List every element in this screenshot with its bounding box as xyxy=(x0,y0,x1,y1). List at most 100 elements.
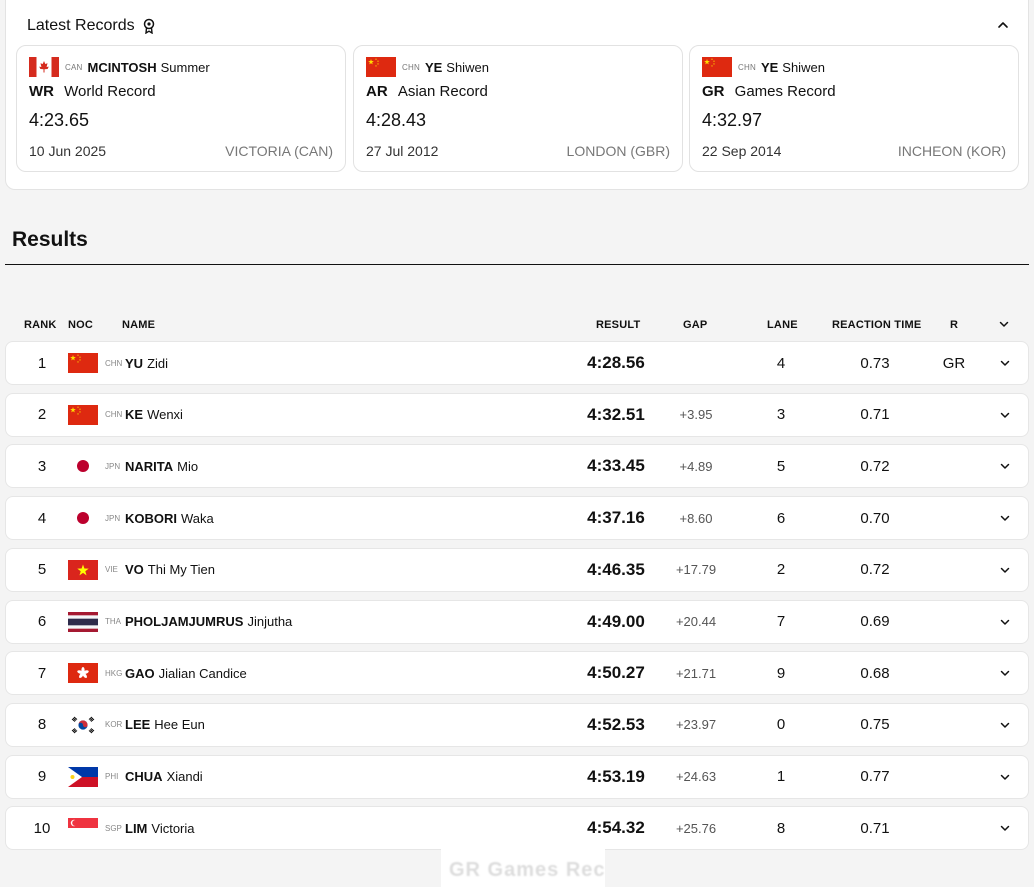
floating-record-text: GR Games Record xyxy=(449,859,605,881)
chevron-down-icon[interactable] xyxy=(999,357,1011,369)
table-row[interactable]: 9 PHI CHUA Xiandi 4:53.19 +24.63 1 0.77 xyxy=(5,754,1029,799)
record-time: 4:32.97 xyxy=(702,110,763,130)
noc-code: HKG xyxy=(105,668,123,678)
table-row[interactable]: 2 CHN KE Wenxi 4:32.51 +3.95 3 0.71 xyxy=(5,392,1029,437)
athlete-name[interactable]: GAO Jialian Candice xyxy=(125,652,247,694)
chevron-down-icon[interactable] xyxy=(999,719,1011,731)
result-time: 4:33.45 xyxy=(587,456,645,476)
record-badge xyxy=(931,445,977,487)
row-expand[interactable] xyxy=(998,807,1012,849)
result-time: 4:50.27 xyxy=(587,663,645,683)
result-time: 4:53.19 xyxy=(587,766,645,786)
record-abbr: WR xyxy=(29,83,54,100)
reaction-time-value: 0.77 xyxy=(860,768,890,786)
result-time: 4:28.56 xyxy=(587,353,645,372)
chevron-down-icon[interactable] xyxy=(999,409,1011,421)
flag-cell xyxy=(68,445,98,487)
gap-value xyxy=(656,342,736,384)
chevron-down-icon[interactable] xyxy=(999,512,1011,524)
flag-cell xyxy=(68,549,98,591)
results-divider xyxy=(5,264,1029,265)
athlete-surname: YU xyxy=(125,355,144,371)
record-badge xyxy=(931,497,977,539)
record-surname: MCINTOSH xyxy=(87,59,157,75)
athlete-name[interactable]: PHOLJAMJUMRUS Jinjutha xyxy=(125,601,292,643)
gap-value: +20.44 xyxy=(675,614,717,629)
athlete-name[interactable]: LEE Hee Eun xyxy=(125,704,205,746)
chevron-down-icon[interactable] xyxy=(999,822,1011,834)
column-header-rank: RANK xyxy=(24,319,57,331)
athlete-given-name: Jinjutha xyxy=(247,614,293,629)
athlete-name[interactable]: KOBORI Waka xyxy=(125,497,214,539)
lane-value: 8 xyxy=(776,819,786,837)
noc-code: PHI xyxy=(105,772,119,782)
chevron-up-icon[interactable] xyxy=(996,18,1010,32)
athlete-name[interactable]: NARITA Mio xyxy=(125,445,198,487)
table-row[interactable]: 8 KOR LEE Hee Eun 4:52.53 +23.97 0 0.75 xyxy=(5,702,1029,747)
table-row[interactable]: 4 JPN KOBORI Waka 4:37.16 +8.60 6 0.70 xyxy=(5,496,1029,541)
row-expand[interactable] xyxy=(998,652,1012,694)
flag-icon xyxy=(68,456,98,477)
gap-value: +8.60 xyxy=(679,510,713,526)
chevron-down-icon[interactable] xyxy=(999,667,1011,679)
record-place: VICTORIA (CAN) xyxy=(225,143,333,159)
reaction-time-value: 0.72 xyxy=(860,457,890,475)
table-row[interactable]: 7 HKG GAO Jialian Candice 4:50.27 +21.71 9 0.68 xyxy=(5,651,1029,696)
gap-value: +3.95 xyxy=(679,407,713,423)
row-expand[interactable] xyxy=(998,549,1012,591)
table-row[interactable]: 6 THA PHOLJAMJUMRUS Jinjutha 4:49.00 +20.44 7 0… xyxy=(5,599,1029,644)
athlete-given-name: Jialian Candice xyxy=(158,665,247,681)
athlete-given-name: Mio xyxy=(177,458,199,474)
flag-cell xyxy=(68,756,98,798)
column-header-gap: GAP xyxy=(683,319,708,331)
lane-value: 2 xyxy=(776,561,786,579)
record-badge xyxy=(931,549,977,591)
chevron-down-icon[interactable] xyxy=(999,771,1011,783)
record-card-asian[interactable]: CHN YE Shiwen AR Asian Record 4:28.43 27… xyxy=(353,45,683,172)
athlete-surname: GAO xyxy=(125,665,155,681)
latest-records-header[interactable]: Latest Records xyxy=(27,17,155,35)
table-row[interactable]: 3 JPN NARITA Mio 4:33.45 +4.89 5 0.72 xyxy=(5,444,1029,489)
row-expand[interactable] xyxy=(998,342,1012,384)
table-row[interactable]: 10 SGP LIM Victoria 4:54.32 +25.76 8 0.71 xyxy=(5,806,1029,851)
flag-cell xyxy=(68,601,98,643)
row-expand[interactable] xyxy=(998,497,1012,539)
record-type-name: Asian Record xyxy=(397,83,488,100)
athlete-name[interactable]: CHUA Xiandi xyxy=(125,756,203,798)
athlete-name[interactable]: VO Thi My Tien xyxy=(125,549,215,591)
table-row[interactable]: 5 VIE VO Thi My Tien 4:46.35 +17.79 2 0.72 xyxy=(5,547,1029,592)
lane-value: 7 xyxy=(776,613,786,630)
record-type-name: World Record xyxy=(64,83,156,100)
chevron-down-icon[interactable] xyxy=(999,616,1011,628)
record-card-world[interactable]: CAN MCINTOSH Summer WR World Record 4:23… xyxy=(16,45,346,172)
row-expand[interactable] xyxy=(998,394,1012,436)
athlete-surname: NARITA xyxy=(125,458,174,474)
record-given-name: Shiwen xyxy=(782,59,825,75)
record-badge xyxy=(931,807,977,849)
record-card-games[interactable]: CHN YE Shiwen GR Games Record 4:32.97 22… xyxy=(689,45,1019,172)
floating-record-label: GR Games Record xyxy=(441,847,605,887)
athlete-name[interactable]: YU Zidi xyxy=(125,342,168,384)
chevron-down-icon[interactable] xyxy=(998,318,1010,330)
latest-records-panel: Latest Records CAN MCINTOSH Summer WR Wo… xyxy=(5,0,1029,190)
noc-code: JPN xyxy=(105,513,121,523)
record-noc: CHN xyxy=(738,62,756,72)
chevron-down-icon[interactable] xyxy=(999,564,1011,576)
chevron-down-icon[interactable] xyxy=(999,460,1011,472)
row-expand[interactable] xyxy=(998,704,1012,746)
athlete-given-name: Thi My Tien xyxy=(147,562,215,578)
table-row[interactable]: 1 CHN YU Zidi 4:28.56 4 0.73 GR xyxy=(5,341,1029,385)
record-time: 4:28.43 xyxy=(366,110,427,130)
row-expand[interactable] xyxy=(998,756,1012,798)
row-expand[interactable] xyxy=(998,601,1012,643)
flag-cell xyxy=(68,652,98,694)
athlete-name[interactable]: KE Wenxi xyxy=(125,394,183,436)
row-expand[interactable] xyxy=(998,445,1012,487)
athlete-given-name: Victoria xyxy=(151,820,195,836)
flag-icon xyxy=(68,508,98,529)
athlete-name[interactable]: LIM Victoria xyxy=(125,807,195,849)
record-noc: CHN xyxy=(402,62,420,72)
gap-value: +23.97 xyxy=(675,717,717,733)
flag-icon xyxy=(68,818,98,839)
lane-value: 0 xyxy=(776,716,786,734)
